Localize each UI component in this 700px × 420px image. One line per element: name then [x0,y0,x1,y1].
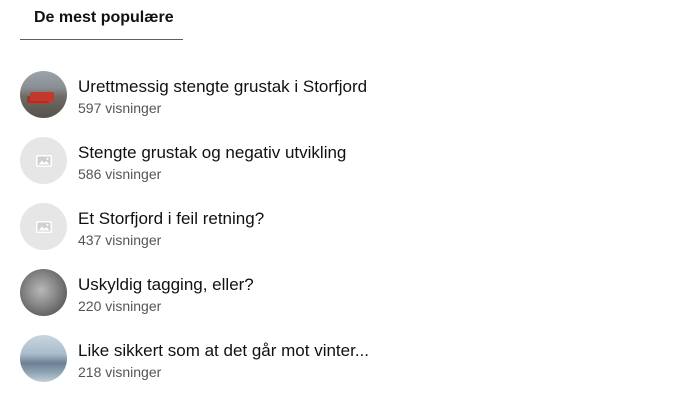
post-text: Like sikkert som at det går mot vinter..… [78,341,369,381]
post-thumbnail[interactable] [20,203,67,250]
image-placeholder-icon [35,154,52,167]
tab-most-popular[interactable]: De mest populære [20,0,183,40]
view-count: 220 visninger [78,298,162,314]
view-count: 597 visninger [78,100,162,116]
post-title-link[interactable]: Urettmessig stengte grustak i Storfjord [78,77,367,97]
post-text: Stengte grustak og negativ utvikling 586… [78,143,346,183]
view-count: 437 visninger [78,232,162,248]
post-text: Uskyldig tagging, eller? 220 visninger [78,275,254,315]
tab-label: De mest populære [34,9,174,26]
view-count: 586 visninger [78,166,162,182]
popular-posts-widget: De mest populære Urettmessig stengte gru… [0,0,700,420]
image-placeholder-icon [35,220,52,233]
post-thumbnail[interactable] [20,71,67,118]
list-item[interactable]: Urettmessig stengte grustak i Storfjord … [20,70,680,136]
post-title-link[interactable]: Uskyldig tagging, eller? [78,275,254,295]
popular-posts-list: Urettmessig stengte grustak i Storfjord … [20,70,680,400]
post-text: Urettmessig stengte grustak i Storfjord … [78,77,367,117]
post-thumbnail[interactable] [20,335,67,382]
view-count: 218 visninger [78,364,162,380]
post-text: Et Storfjord i feil retning? 437 visning… [78,209,264,249]
list-item[interactable]: Et Storfjord i feil retning? 437 visning… [20,202,680,268]
post-thumbnail[interactable] [20,137,67,184]
list-item[interactable]: Like sikkert som at det går mot vinter..… [20,334,680,400]
list-item[interactable]: Uskyldig tagging, eller? 220 visninger [20,268,680,334]
post-title-link[interactable]: Like sikkert som at det går mot vinter..… [78,341,369,361]
post-title-link[interactable]: Stengte grustak og negativ utvikling [78,143,346,163]
post-thumbnail[interactable] [20,269,67,316]
post-title-link[interactable]: Et Storfjord i feil retning? [78,209,264,229]
list-item[interactable]: Stengte grustak og negativ utvikling 586… [20,136,680,202]
